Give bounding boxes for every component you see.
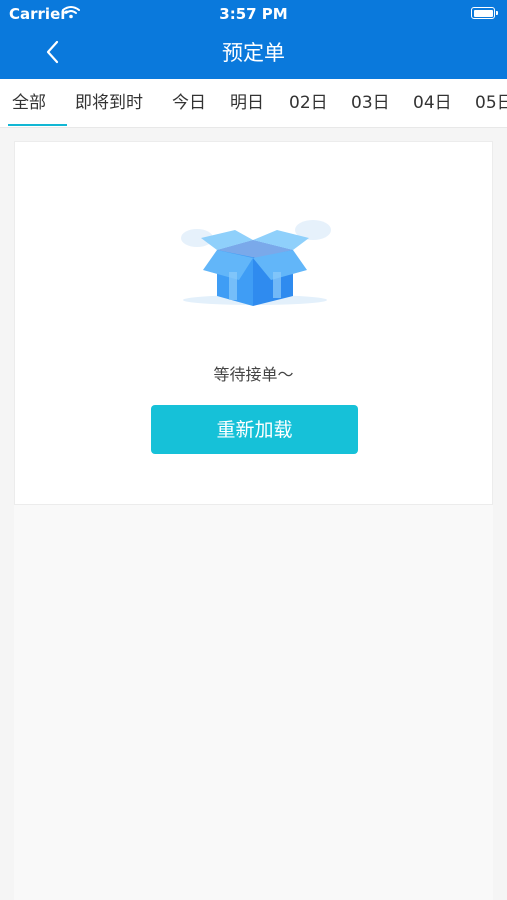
tab-tomorrow[interactable]: 明日 <box>230 79 264 127</box>
empty-state-card: 等待接单～ 重新加载 <box>14 141 493 505</box>
tab-day-02[interactable]: 02日 <box>289 79 328 127</box>
tab-day-04[interactable]: 04日 <box>413 79 452 127</box>
active-tab-indicator <box>8 124 67 126</box>
empty-state-message: 等待接单～ <box>213 365 294 384</box>
page-title: 预定单 <box>222 41 285 65</box>
status-time: 3:57 PM <box>219 5 288 23</box>
tab-day-05[interactable]: 05日 <box>475 79 507 127</box>
content-area <box>14 505 493 900</box>
status-bar: Carrier 3:57 PM <box>0 0 507 28</box>
empty-box-icon <box>181 220 331 306</box>
tab-today[interactable]: 今日 <box>172 79 206 127</box>
reload-button[interactable]: 重新加载 <box>151 405 358 454</box>
top-header: Carrier 3:57 PM 预定单 <box>0 0 507 79</box>
battery-icon <box>471 7 498 19</box>
tab-all[interactable]: 全部 <box>12 79 46 127</box>
tab-upcoming[interactable]: 即将到时 <box>75 79 143 127</box>
tab-day-03[interactable]: 03日 <box>351 79 390 127</box>
date-tab-bar: 全部 即将到时 今日 明日 02日 03日 04日 05日 <box>0 79 507 128</box>
